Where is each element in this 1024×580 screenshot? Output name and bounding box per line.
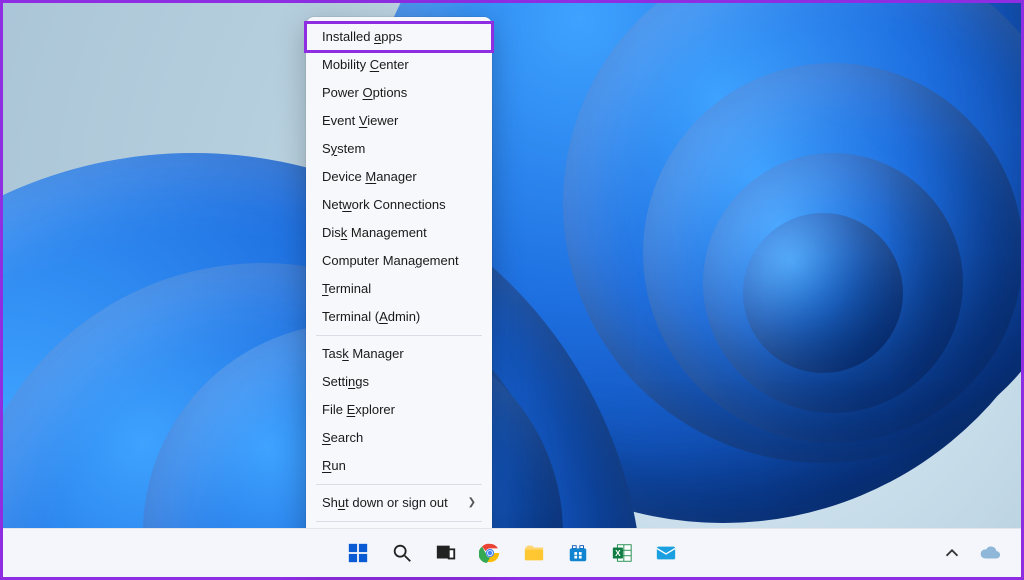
menu-item-event-viewer[interactable]: Event Viewer [306, 107, 492, 135]
menu-item-label: Installed apps [322, 29, 402, 45]
svg-text:X: X [615, 549, 621, 558]
taskview-button[interactable] [433, 540, 459, 566]
menu-item-system[interactable]: System [306, 135, 492, 163]
menu-item-terminal[interactable]: Terminal [306, 275, 492, 303]
menu-item-label: Task Manager [322, 346, 404, 362]
taskbar: X [3, 528, 1021, 577]
folder-icon [523, 542, 545, 564]
app-explorer[interactable] [521, 540, 547, 566]
menu-separator [316, 521, 482, 522]
menu-item-label: Shut down or sign out [322, 495, 448, 511]
menu-item-power-options[interactable]: Power Options [306, 79, 492, 107]
chevron-up-icon [941, 542, 963, 564]
menu-item-label: Mobility Center [322, 57, 409, 73]
menu-item-terminal-admin[interactable]: Terminal (Admin) [306, 303, 492, 331]
menu-item-label: Device Manager [322, 169, 417, 185]
taskview-icon [435, 542, 457, 564]
menu-item-network-connections[interactable]: Network Connections [306, 191, 492, 219]
cloud-icon [979, 542, 1001, 564]
menu-item-label: Terminal (Admin) [322, 309, 420, 325]
start-button[interactable] [345, 540, 371, 566]
menu-item-computer-management[interactable]: Computer Management [306, 247, 492, 275]
menu-item-installed-apps[interactable]: Installed apps [306, 23, 492, 51]
search-button[interactable] [389, 540, 415, 566]
menu-item-disk-management[interactable]: Disk Management [306, 219, 492, 247]
menu-item-label: Network Connections [322, 197, 446, 213]
menu-item-label: Computer Management [322, 253, 459, 269]
app-chrome[interactable] [477, 540, 503, 566]
menu-item-label: System [322, 141, 365, 157]
menu-item-label: Search [322, 430, 363, 446]
menu-item-label: Disk Management [322, 225, 427, 241]
tray-onedrive[interactable] [977, 540, 1003, 566]
menu-item-label: Terminal [322, 281, 371, 297]
menu-item-device-manager[interactable]: Device Manager [306, 163, 492, 191]
app-mail[interactable] [653, 540, 679, 566]
start-icon [347, 542, 369, 564]
menu-item-label: Power Options [322, 85, 407, 101]
menu-separator [316, 335, 482, 336]
menu-item-task-manager[interactable]: Task Manager [306, 340, 492, 368]
menu-separator [316, 484, 482, 485]
menu-item-mobility-center[interactable]: Mobility Center [306, 51, 492, 79]
mail-icon [655, 542, 677, 564]
menu-item-label: File Explorer [322, 402, 395, 418]
menu-item-shut-down-or-sign-out[interactable]: Shut down or sign out ❯ [306, 489, 492, 517]
store-icon [567, 542, 589, 564]
menu-item-run[interactable]: Run [306, 452, 492, 480]
chrome-icon [479, 542, 501, 564]
app-excel[interactable]: X [609, 540, 635, 566]
excel-icon: X [611, 542, 633, 564]
chevron-right-icon: ❯ [468, 495, 476, 511]
tray-chevron[interactable] [939, 540, 965, 566]
desktop-wallpaper [3, 3, 1021, 577]
menu-item-file-explorer[interactable]: File Explorer [306, 396, 492, 424]
menu-item-label: Event Viewer [322, 113, 398, 129]
menu-item-label: Settings [322, 374, 369, 390]
menu-item-search[interactable]: Search [306, 424, 492, 452]
app-store[interactable] [565, 540, 591, 566]
winx-power-menu: Installed apps Mobility Center Power Optio… [306, 17, 492, 560]
search-icon [391, 542, 413, 564]
menu-item-label: Run [322, 458, 346, 474]
menu-item-settings[interactable]: Settings [306, 368, 492, 396]
